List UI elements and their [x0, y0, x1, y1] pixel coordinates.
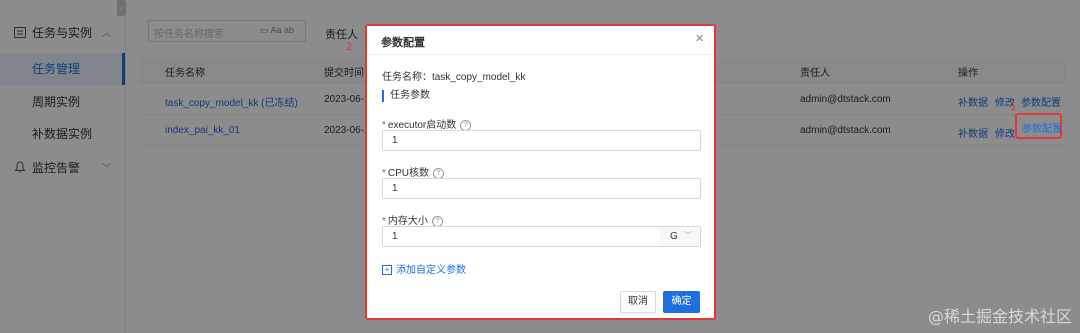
- param-config-highlight[interactable]: 参数配置: [1015, 113, 1062, 139]
- input-value: 1: [392, 135, 398, 146]
- memory-size-input[interactable]: 1: [382, 226, 661, 247]
- unit-value: G: [670, 231, 678, 242]
- param-config-modal: 参数配置 × 任务名称：task_copy_model_kk 任务参数 * exe…: [365, 24, 716, 320]
- plus-icon: +: [382, 265, 392, 276]
- task-name-value: task_copy_model_kk: [432, 72, 526, 83]
- input-value: 1: [392, 183, 398, 194]
- section-title: 任务参数: [382, 90, 430, 102]
- task-name-label: 任务名称：: [382, 72, 432, 83]
- step-marker: 2: [346, 41, 353, 53]
- add-param-label: 添加自定义参数: [396, 265, 466, 276]
- field-label: * executor启动数?: [382, 116, 472, 131]
- modal-header: 参数配置 ×: [367, 26, 714, 55]
- task-name-line: 任务名称：task_copy_model_kk: [382, 68, 525, 83]
- step-marker: 1: [1010, 101, 1017, 113]
- field-label: * 内存大小?: [382, 212, 443, 227]
- close-icon[interactable]: ×: [695, 30, 704, 47]
- add-custom-param-button[interactable]: + 添加自定义参数: [382, 261, 466, 276]
- watermark: @稀土掘金技术社区: [927, 307, 1072, 326]
- field-label: * CPU核数?: [382, 164, 445, 179]
- memory-unit-select[interactable]: G ﹀: [660, 226, 701, 247]
- cancel-button[interactable]: 取消: [620, 291, 656, 313]
- confirm-button[interactable]: 确定: [663, 291, 700, 313]
- cpu-cores-input[interactable]: 1: [382, 178, 701, 199]
- input-value: 1: [392, 231, 398, 242]
- param-config-link[interactable]: 参数配置: [1022, 120, 1062, 135]
- modal-title: 参数配置: [381, 37, 425, 49]
- executor-count-input[interactable]: 1: [382, 130, 701, 151]
- chevron-down-icon: ﹀: [684, 231, 692, 240]
